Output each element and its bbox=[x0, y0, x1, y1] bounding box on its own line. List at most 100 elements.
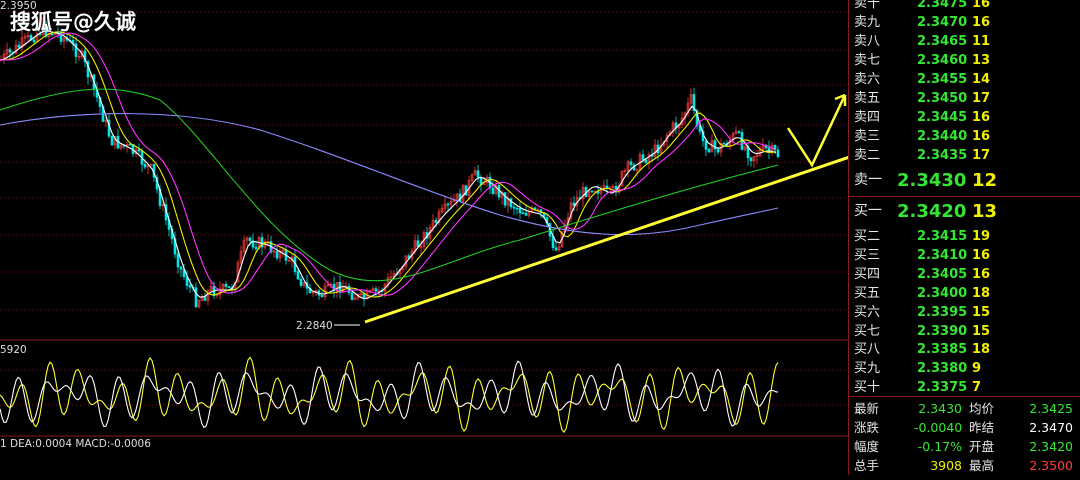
order-level-qty: 16 bbox=[972, 266, 991, 282]
order-level-price: 2.3415 bbox=[917, 229, 968, 244]
candle-body bbox=[137, 149, 141, 152]
order-level-row[interactable]: 买六 2.3395 15 bbox=[849, 303, 1080, 322]
candle-body bbox=[8, 49, 12, 53]
candle-body bbox=[707, 149, 711, 153]
order-level-price: 2.3455 bbox=[917, 72, 968, 87]
order-level-price: 2.3390 bbox=[917, 323, 968, 339]
candle-body bbox=[716, 148, 720, 153]
order-level-row[interactable]: 买一 2.3420 13 bbox=[849, 202, 1080, 221]
low-price-marker: 2.2840 bbox=[296, 320, 333, 332]
order-level-row[interactable]: 买三 2.3410 16 bbox=[849, 246, 1080, 265]
candle-body bbox=[296, 271, 300, 280]
order-level-qty: 19 bbox=[972, 229, 991, 244]
summary-value: 2.3430 bbox=[918, 401, 962, 416]
order-level-price: 2.3430 bbox=[897, 170, 967, 191]
order-level-qty: 18 bbox=[972, 342, 991, 358]
order-level-price: 2.3470 bbox=[917, 15, 968, 30]
order-level-qty: 13 bbox=[972, 201, 998, 222]
price-axis-top-label: 2.3950 bbox=[0, 0, 37, 12]
oscillator-panel bbox=[0, 356, 779, 434]
order-level-row[interactable]: 卖一 2.3430 12 bbox=[849, 171, 1080, 190]
kline-chart[interactable]: 搜狐号@久诚 2.3950 2.2840 5920 1 DEA:0.0004 M… bbox=[0, 0, 921, 475]
order-book-divider bbox=[849, 196, 1080, 197]
candle-body bbox=[143, 164, 147, 168]
order-level-row[interactable]: 卖三 2.3440 16 bbox=[849, 127, 1080, 146]
candle-body bbox=[629, 161, 633, 165]
order-level-qty: 16 bbox=[972, 247, 991, 263]
indicator-top-label: 5920 bbox=[0, 344, 27, 356]
order-level-row[interactable]: 买十 2.3375 7 bbox=[849, 378, 1080, 397]
order-level-row[interactable]: 买四 2.3405 16 bbox=[849, 265, 1080, 284]
order-book-panel: 卖十 2.3475 16 卖九 2.3470 16 卖八 2.3465 11 卖七 2.3460 13… bbox=[848, 0, 1080, 475]
order-level-row[interactable]: 卖八 2.3465 11 bbox=[849, 32, 1080, 51]
order-level-label: 买四 bbox=[854, 266, 881, 282]
summary-value: -0.0040 bbox=[914, 420, 963, 435]
quote-summary-row: 总手 3908 最高 2.3500 bbox=[849, 456, 1080, 475]
candle-body bbox=[503, 192, 507, 206]
order-level-qty: 15 bbox=[972, 323, 991, 339]
order-level-qty: 16 bbox=[972, 0, 991, 11]
order-level-row[interactable]: 卖七 2.3460 13 bbox=[849, 51, 1080, 70]
candle-body bbox=[248, 237, 252, 242]
order-level-row[interactable]: 卖二 2.3435 17 bbox=[849, 146, 1080, 165]
summary-label: 总手 bbox=[854, 458, 880, 473]
summary-divider bbox=[849, 396, 1080, 397]
order-level-qty: 14 bbox=[972, 72, 991, 87]
candle-body bbox=[374, 288, 378, 292]
candle-body bbox=[515, 207, 519, 210]
order-level-row[interactable]: 买九 2.3380 9 bbox=[849, 359, 1080, 378]
order-level-label: 买六 bbox=[854, 304, 881, 320]
candle-body bbox=[179, 266, 183, 270]
candle-body bbox=[224, 283, 228, 287]
order-level-price: 2.3385 bbox=[917, 342, 968, 358]
candle-body bbox=[644, 159, 648, 163]
order-level-row[interactable]: 买八 2.3385 18 bbox=[849, 340, 1080, 359]
summary-label: 幅度 bbox=[854, 439, 880, 454]
summary-label: 昨结 bbox=[969, 420, 995, 435]
summary-value: 3908 bbox=[930, 458, 962, 473]
candle-body bbox=[350, 292, 354, 300]
candle-body bbox=[737, 131, 741, 133]
order-level-price: 2.3400 bbox=[917, 285, 968, 301]
candle-body bbox=[446, 203, 450, 206]
candle-body bbox=[110, 135, 114, 146]
order-level-row[interactable]: 买七 2.3390 15 bbox=[849, 322, 1080, 341]
order-level-label: 买九 bbox=[854, 361, 881, 377]
quote-summary-row: 涨跌 -0.0040 昨结 2.3470 bbox=[849, 418, 1080, 437]
order-level-qty: 17 bbox=[972, 91, 991, 106]
order-level-price: 2.3465 bbox=[917, 34, 968, 49]
candle-body bbox=[188, 285, 192, 288]
summary-label: 最新 bbox=[854, 401, 880, 416]
order-level-row[interactable]: 卖十 2.3475 16 bbox=[849, 0, 1080, 13]
order-level-label: 买十 bbox=[854, 380, 881, 396]
order-level-label: 卖二 bbox=[854, 148, 881, 163]
order-level-label: 买一 bbox=[854, 203, 882, 219]
order-level-label: 卖五 bbox=[854, 91, 881, 106]
candle-body bbox=[554, 247, 558, 251]
candle-body bbox=[518, 207, 522, 214]
order-level-price: 2.3420 bbox=[897, 201, 967, 222]
moving-averages bbox=[0, 30, 779, 300]
order-level-row[interactable]: 卖五 2.3450 17 bbox=[849, 89, 1080, 108]
order-level-price: 2.3440 bbox=[917, 129, 968, 144]
chart-canvas[interactable] bbox=[0, 0, 921, 475]
candle-body bbox=[521, 212, 525, 215]
order-level-price: 2.3395 bbox=[917, 304, 968, 320]
order-level-qty: 15 bbox=[972, 304, 991, 320]
order-level-row[interactable]: 买五 2.3400 18 bbox=[849, 284, 1080, 303]
summary-value: 2.3470 bbox=[1029, 420, 1073, 435]
order-level-row[interactable]: 买二 2.3415 19 bbox=[849, 227, 1080, 246]
order-level-price: 2.3410 bbox=[917, 247, 968, 263]
candle-body bbox=[434, 220, 438, 223]
order-level-price: 2.3435 bbox=[917, 148, 968, 163]
order-level-row[interactable]: 卖六 2.3455 14 bbox=[849, 70, 1080, 89]
summary-value: 2.3500 bbox=[1029, 458, 1073, 473]
order-level-row[interactable]: 卖四 2.3445 16 bbox=[849, 108, 1080, 127]
order-level-qty: 18 bbox=[972, 285, 991, 301]
order-level-label: 卖六 bbox=[854, 72, 881, 87]
order-level-label: 卖四 bbox=[854, 110, 881, 125]
order-level-row[interactable]: 卖九 2.3470 16 bbox=[849, 13, 1080, 32]
ma20-line bbox=[0, 32, 777, 296]
candle-body bbox=[254, 246, 258, 250]
order-level-label: 买二 bbox=[854, 229, 881, 244]
